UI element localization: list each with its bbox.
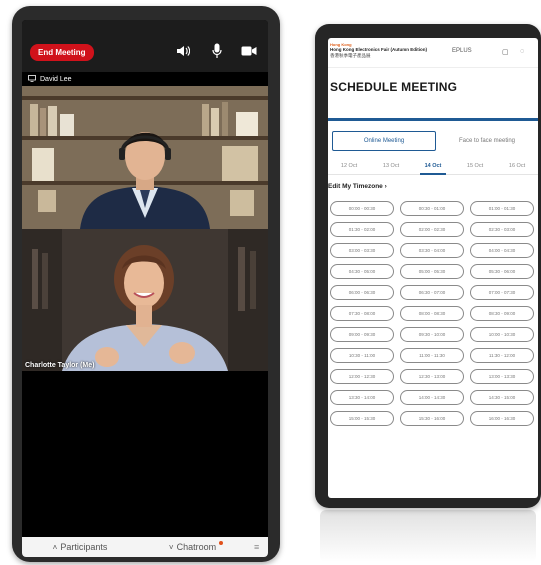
time-slot-button[interactable]: 15:00 - 15:30 xyxy=(330,411,394,426)
empty-video-area xyxy=(22,371,268,521)
time-slot-button[interactable]: 00:30 - 01:00 xyxy=(400,201,464,216)
meeting-screen: End Meeting David Lee Charlotte Taylor (… xyxy=(22,20,268,557)
time-slot-button[interactable]: 12:30 - 13:00 xyxy=(400,369,464,384)
self-video xyxy=(22,229,268,371)
time-slot-button[interactable]: 07:00 - 07:30 xyxy=(470,285,534,300)
chatroom-tab[interactable]: ˅ Chatroom xyxy=(138,541,254,552)
edit-timezone-link[interactable]: Edit My Timezone › xyxy=(328,175,538,197)
time-slot-button[interactable]: 02:00 - 02:30 xyxy=(400,222,464,237)
time-slot-button[interactable]: 10:00 - 10:30 xyxy=(470,327,534,342)
time-slot-button[interactable]: 14:30 - 15:00 xyxy=(470,390,534,405)
microphone-icon[interactable] xyxy=(208,42,226,60)
time-slot-button[interactable]: 11:30 - 12:00 xyxy=(470,348,534,363)
participant-name: David Lee xyxy=(40,75,72,83)
fair-name-cn: 香港秋季電子產品展 xyxy=(330,53,371,58)
speaker-icon[interactable] xyxy=(174,42,192,60)
time-slot-button[interactable]: 09:00 - 09:30 xyxy=(330,327,394,342)
time-slot-button[interactable]: 01:30 - 02:00 xyxy=(330,222,394,237)
chevron-right-icon: › xyxy=(384,183,387,190)
timezone-label: Edit My Timezone xyxy=(328,183,383,190)
video-tile-charlotte[interactable]: Charlotte Taylor (Me) xyxy=(22,229,268,371)
time-slot-button[interactable]: 06:00 - 06:30 xyxy=(330,285,394,300)
schedule-phone: Hong Kong Hong Kong Electronics Fair (Au… xyxy=(315,24,541,508)
chevron-down-icon: ˅ xyxy=(168,542,174,552)
participant-video xyxy=(22,86,268,229)
time-slot-button[interactable]: 08:00 - 08:30 xyxy=(400,306,464,321)
date-tab[interactable]: 16 Oct xyxy=(496,159,538,174)
time-slot-button[interactable]: 05:30 - 06:00 xyxy=(470,264,534,279)
time-slot-button[interactable]: 12:00 - 12:30 xyxy=(330,369,394,384)
bell-icon[interactable]: ◌ xyxy=(520,48,528,56)
meeting-toolbar: End Meeting xyxy=(22,20,268,72)
page-title: SCHEDULE MEETING xyxy=(330,80,458,94)
participants-tab[interactable]: ˄ Participants xyxy=(22,542,138,552)
date-selector: 12 Oct 13 Oct 14 Oct 15 Oct 16 Oct xyxy=(328,159,538,175)
time-slot-button[interactable]: 04:00 - 04:30 xyxy=(470,243,534,258)
time-slot-button[interactable]: 03:30 - 04:00 xyxy=(400,243,464,258)
meeting-type-toggle: Online Meeting Face to face meeting xyxy=(328,131,538,151)
menu-icon[interactable]: ≡ xyxy=(254,542,268,552)
time-slot-button[interactable]: 13:00 - 13:30 xyxy=(470,369,534,384)
self-name-label: Charlotte Taylor (Me) xyxy=(25,362,95,369)
phone-reflection xyxy=(320,510,536,562)
time-slot-button[interactable]: 16:00 - 16:30 xyxy=(470,411,534,426)
meeting-phone: End Meeting David Lee Charlotte Taylor (… xyxy=(12,6,280,562)
camera-icon[interactable] xyxy=(240,42,258,60)
time-slot-button[interactable]: 01:00 - 01:30 xyxy=(470,201,534,216)
end-meeting-button[interactable]: End Meeting xyxy=(30,44,94,61)
fair-name: Hong Kong Electronics Fair (Autumn Editi… xyxy=(330,47,427,52)
schedule-screen: Hong Kong Hong Kong Electronics Fair (Au… xyxy=(328,38,538,498)
time-slot-button[interactable]: 07:30 - 08:00 xyxy=(330,306,394,321)
time-slot-grid: 00:00 - 00:30 00:30 - 01:00 01:00 - 01:30 0… xyxy=(328,197,538,426)
date-tab[interactable]: 12 Oct xyxy=(328,159,370,174)
eplus-logo: EPLUS xyxy=(452,48,472,54)
fair-header: Hong Kong Hong Kong Electronics Fair (Au… xyxy=(328,38,538,68)
time-slot-button[interactable]: 11:00 - 11:30 xyxy=(400,348,464,363)
time-slot-button[interactable]: 03:00 - 03:30 xyxy=(330,243,394,258)
time-slot-button[interactable]: 04:30 - 05:00 xyxy=(330,264,394,279)
time-slot-button[interactable]: 02:30 - 03:00 xyxy=(470,222,534,237)
chatroom-label: Chatroom xyxy=(176,542,217,552)
notification-dot xyxy=(219,541,224,545)
time-slot-button[interactable]: 13:30 - 14:00 xyxy=(330,390,394,405)
time-slot-button[interactable]: 00:00 - 00:30 xyxy=(330,201,394,216)
participants-label: Participants xyxy=(60,542,108,552)
time-slot-button[interactable]: 10:30 - 11:00 xyxy=(330,348,394,363)
participant-name-bar: David Lee xyxy=(22,72,268,86)
time-slot-button[interactable]: 05:00 - 05:30 xyxy=(400,264,464,279)
date-tab[interactable]: 13 Oct xyxy=(370,159,412,174)
tab-online-meeting[interactable]: Online Meeting xyxy=(332,131,436,151)
meeting-bottom-bar: ˄ Participants ˅ Chatroom ≡ xyxy=(22,537,268,557)
time-slot-button[interactable]: 08:30 - 09:00 xyxy=(470,306,534,321)
time-slot-button[interactable]: 09:30 - 10:00 xyxy=(400,327,464,342)
chat-icon[interactable]: ▢ xyxy=(502,48,510,56)
date-tab-selected[interactable]: 14 Oct xyxy=(412,159,454,175)
time-slot-button[interactable]: 06:30 - 07:00 xyxy=(400,285,464,300)
chevron-up-icon: ˄ xyxy=(52,542,58,552)
date-tab[interactable]: 15 Oct xyxy=(454,159,496,174)
time-slot-button[interactable]: 14:00 - 14:30 xyxy=(400,390,464,405)
title-divider xyxy=(328,118,538,121)
screen-icon xyxy=(28,74,36,84)
time-slot-button[interactable]: 15:30 - 16:00 xyxy=(400,411,464,426)
video-tile-david[interactable] xyxy=(22,86,268,229)
tab-face-to-face[interactable]: Face to face meeting xyxy=(436,131,538,151)
